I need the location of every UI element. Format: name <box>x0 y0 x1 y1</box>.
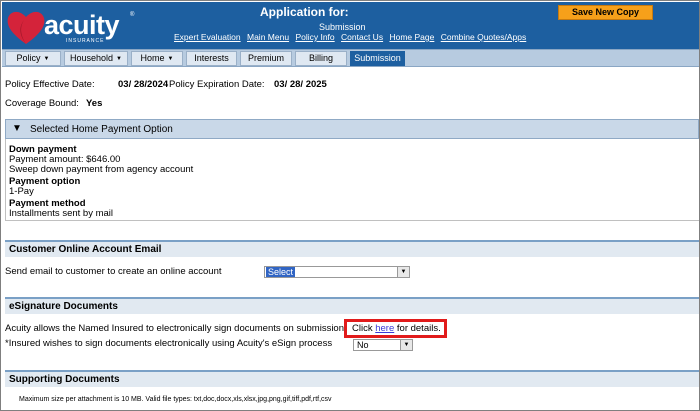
logo-registered: ® <box>130 12 135 18</box>
esign-info: Acuity allows the Named Insured to elect… <box>5 323 347 334</box>
payment-option-value: 1-Pay <box>9 186 34 197</box>
save-new-copy-button[interactable]: Save New Copy <box>558 5 653 20</box>
heart-logo-icon <box>7 11 45 45</box>
payment-option-header[interactable]: ▼ Selected Home Payment Option <box>5 119 699 139</box>
payment-option-title: Selected Home Payment Option <box>30 124 173 135</box>
chevron-down-icon[interactable]: ▼ <box>397 267 409 277</box>
tab-interests[interactable]: Interests <box>186 51 237 66</box>
sweep-text: Sweep down payment from agency account <box>9 164 194 175</box>
effective-date-label: Policy Effective Date: <box>5 79 95 90</box>
tab-label: Interests <box>194 53 229 63</box>
nav-tabs: Policy ▼ Household ▼ Home ▼ Interests Premi… <box>2 49 699 67</box>
effective-date-value: 03/ 28/2024 <box>118 79 169 90</box>
logo-text: acuity <box>44 10 120 40</box>
app-title: Application for: <box>260 5 349 19</box>
email-select[interactable]: Select ▼ <box>264 266 410 278</box>
app-subtitle: Submission <box>319 22 366 32</box>
tab-label: Submission <box>354 53 401 63</box>
customer-email-section: Customer Online Account Email <box>5 240 699 257</box>
tab-premium[interactable]: Premium <box>240 51 292 66</box>
link-contact-us[interactable]: Contact Us <box>341 32 383 42</box>
coverage-bound-value: Yes <box>86 98 103 109</box>
page-frame: acuity ® INSURANCE Application for: Subm… <box>0 0 700 411</box>
link-policy-info[interactable]: Policy Info <box>295 32 334 42</box>
highlight-box <box>344 319 447 338</box>
tab-label: Policy <box>16 53 41 63</box>
link-home-page[interactable]: Home Page <box>389 32 434 42</box>
attachment-note: Maximum size per attachment is 10 MB. Va… <box>19 396 332 403</box>
esign-wish-value: No <box>357 340 369 350</box>
esignature-title: eSignature Documents <box>9 301 118 312</box>
acuity-logo[interactable]: acuity ® INSURANCE <box>6 8 136 46</box>
tab-label: Home <box>140 53 165 63</box>
coverage-bound-label: Coverage Bound: <box>5 98 79 109</box>
esign-wish-label: *Insured wishes to sign documents electr… <box>5 338 333 349</box>
chevron-down-icon: ▼ <box>43 56 50 62</box>
tab-submission[interactable]: Submission <box>350 51 405 66</box>
link-expert-evaluation[interactable]: Expert Evaluation <box>174 32 241 42</box>
logo-subtext: INSURANCE <box>66 38 105 44</box>
tab-label: Billing <box>308 53 333 63</box>
chevron-down-icon: ▼ <box>116 56 122 62</box>
chevron-down-icon[interactable]: ▼ <box>400 340 412 350</box>
link-combine-quotes[interactable]: Combine Quotes/Apps <box>441 32 527 42</box>
supporting-docs-section: Supporting Documents <box>5 370 699 387</box>
email-prompt: Send email to customer to create an onli… <box>5 266 222 277</box>
tab-label: Household <box>70 53 114 63</box>
email-select-value: Select <box>266 267 296 277</box>
link-main-menu[interactable]: Main Menu <box>247 32 289 42</box>
tab-billing[interactable]: Billing <box>295 51 347 66</box>
tab-label: Premium <box>247 53 284 63</box>
chevron-down-icon: ▼ <box>167 56 174 62</box>
expiration-date-label: Policy Expiration Date: <box>169 79 265 90</box>
tab-home[interactable]: Home ▼ <box>131 51 183 66</box>
customer-email-title: Customer Online Account Email <box>9 244 162 255</box>
supporting-docs-title: Supporting Documents <box>9 374 120 385</box>
esignature-section: eSignature Documents <box>5 297 699 314</box>
app-header: acuity ® INSURANCE Application for: Subm… <box>2 2 699 49</box>
esign-wish-select[interactable]: No ▼ <box>353 339 413 351</box>
expiration-date-value: 03/ 28/ 2025 <box>274 79 327 90</box>
tab-household[interactable]: Household ▼ <box>64 51 128 66</box>
header-links: Expert Evaluation Main Menu Policy Info … <box>174 32 530 42</box>
tab-policy[interactable]: Policy ▼ <box>5 51 61 66</box>
payment-method-value: Installments sent by mail <box>9 208 114 219</box>
collapse-triangle-icon[interactable]: ▼ <box>12 123 22 134</box>
